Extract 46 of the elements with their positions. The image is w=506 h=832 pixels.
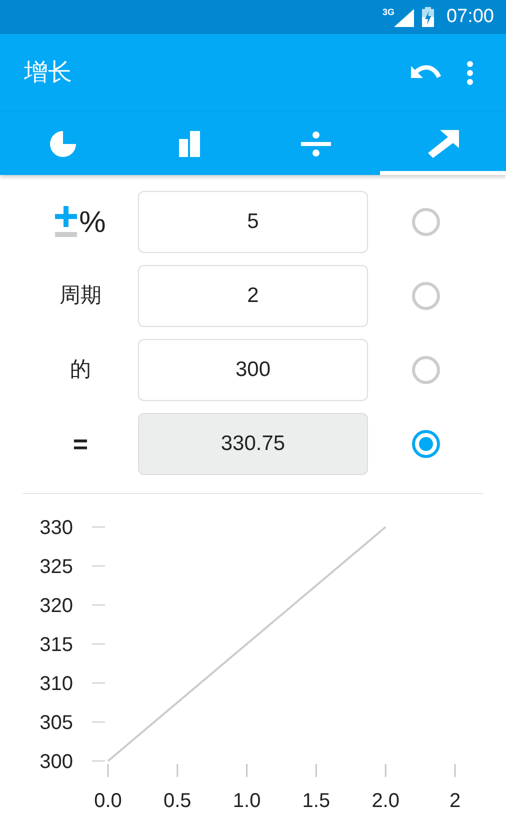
result-field[interactable]: 330.75 [138, 413, 368, 475]
bar-chart-icon [178, 130, 201, 156]
radio-button[interactable] [412, 430, 440, 458]
x-tick [454, 764, 456, 777]
y-tick-label: 330 [40, 517, 73, 539]
app-title: 增长 [24, 58, 73, 88]
x-tick [246, 764, 248, 777]
y-tick [92, 526, 106, 528]
radio-button[interactable] [412, 356, 440, 384]
battery-icon [422, 7, 434, 27]
x-tick-label: 1.0 [232, 790, 261, 812]
x-tick-label: 0.5 [164, 790, 192, 812]
radio-button[interactable] [412, 208, 440, 236]
y-tick-label: 310 [40, 673, 73, 695]
x-tick [176, 764, 178, 777]
x-tick [384, 764, 386, 777]
radio-button[interactable] [412, 282, 440, 310]
y-tick [92, 604, 106, 606]
y-tick-label: 320 [40, 595, 73, 617]
x-tick-label: 2.0 [372, 790, 400, 812]
x-tick [315, 764, 317, 777]
y-tick-label: 305 [40, 712, 73, 734]
input-field[interactable]: 2 [138, 265, 368, 327]
pie-chart-icon [49, 130, 78, 158]
row-label: 的 [70, 357, 91, 384]
signal-icon [394, 8, 414, 26]
y-tick-label: 325 [40, 556, 73, 578]
x-tick [107, 764, 109, 777]
x-tick-label: 0.0 [94, 790, 122, 812]
arrow-up-right-icon [426, 130, 459, 158]
row-label: 周期 [60, 283, 102, 310]
divide-icon [301, 130, 332, 156]
plus-minus-icon [55, 206, 78, 238]
clock: 07:00 [446, 4, 494, 29]
input-field[interactable]: 5 [138, 191, 368, 253]
y-tick-label: 300 [40, 751, 73, 773]
y-tick [92, 760, 106, 762]
y-tick-label: 315 [40, 634, 73, 656]
row-label: % [79, 204, 106, 240]
y-tick [92, 682, 106, 684]
row-label: = [72, 428, 88, 460]
x-tick-label: 2 [449, 790, 461, 812]
input-field[interactable]: 300 [138, 339, 368, 401]
more-vertical-icon [466, 61, 474, 85]
network-type: 3G [382, 8, 394, 16]
x-tick-label: 1.5 [302, 790, 330, 812]
